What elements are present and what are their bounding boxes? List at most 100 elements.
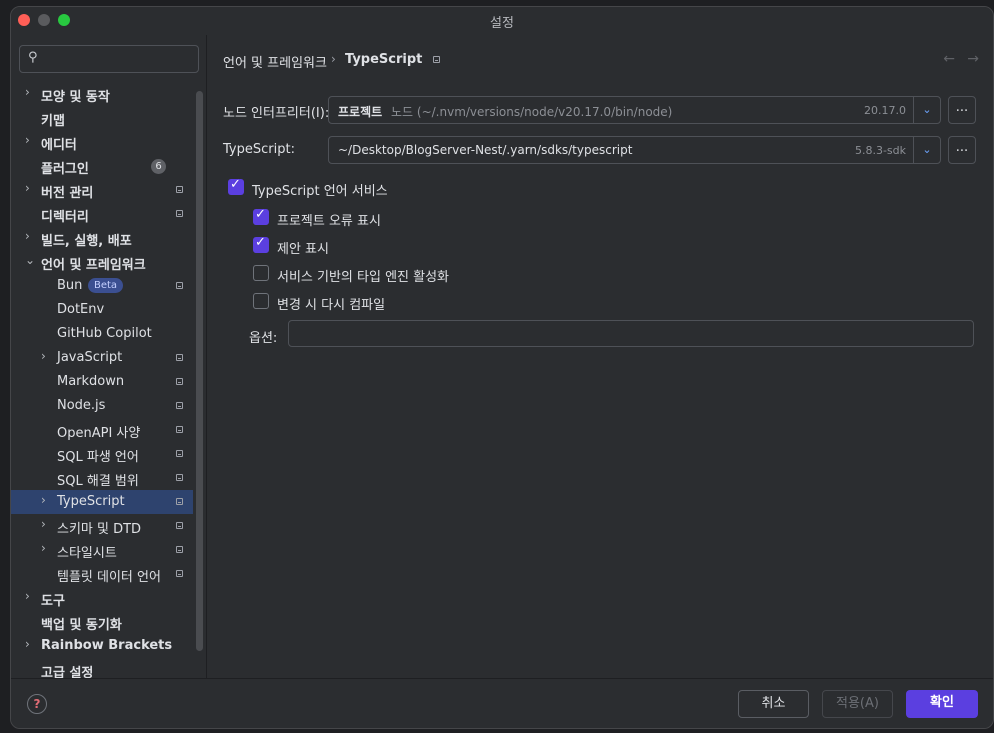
sidebar-item[interactable]: DotEnv <box>11 298 193 322</box>
project-scope-icon <box>176 450 183 457</box>
sidebar-item[interactable]: › 버전 관리 <box>11 178 193 202</box>
breadcrumb-parent[interactable]: 언어 및 프레임워크 <box>223 52 327 71</box>
node-interpreter-version: 20.17.0 <box>864 104 906 117</box>
chevron-right-icon[interactable]: › <box>25 229 30 243</box>
recompile-on-change-checkbox[interactable] <box>253 293 269 309</box>
sidebar-item[interactable]: Markdown <box>11 370 193 394</box>
chevron-right-icon[interactable]: › <box>25 589 30 603</box>
sidebar-item[interactable]: › 에디터 <box>11 130 193 154</box>
project-scope-icon <box>433 56 440 63</box>
sidebar-item-label: JavaScript <box>57 350 123 365</box>
sidebar-item[interactable]: Node.js <box>11 394 193 418</box>
sidebar-item[interactable]: 백업 및 동기화 <box>11 610 193 634</box>
sidebar-item[interactable]: › TypeScript <box>11 490 193 514</box>
plugin-updates-badge: 6 <box>151 159 166 174</box>
options-input[interactable] <box>288 320 974 347</box>
apply-button[interactable]: 적용(A) <box>822 690 893 718</box>
sidebar-item[interactable]: 키맵 <box>11 106 193 130</box>
sidebar-item[interactable]: OpenAPI 사양 <box>11 418 193 442</box>
window-title: 설정 <box>490 16 514 31</box>
sidebar-item[interactable]: › Rainbow Brackets <box>11 634 193 658</box>
typescript-language-service-label[interactable]: TypeScript 언어 서비스 <box>252 180 388 199</box>
settings-dialog: 설정 ⚲ › 모양 및 동작 키맵 › 에디터 플러그인 6 › 버전 관리 디렉터리 › 빌드, 실… <box>10 6 994 729</box>
sidebar-item[interactable]: SQL 해결 범위 <box>11 466 193 490</box>
sidebar-item[interactable]: ⌄ 언어 및 프레임워크 <box>11 250 193 274</box>
recompile-on-change-label[interactable]: 변경 시 다시 컴파일 <box>277 294 385 313</box>
chevron-down-icon[interactable]: ⌄ <box>25 253 35 267</box>
node-interpreter-label: 노드 인터프리터(I): <box>223 106 330 121</box>
forward-arrow-icon[interactable]: → <box>967 51 979 67</box>
chevron-down-icon[interactable]: ⌄ <box>913 97 940 123</box>
project-scope-icon <box>176 570 183 577</box>
options-label: 옵션: <box>249 331 278 346</box>
chevron-right-icon[interactable]: › <box>41 493 46 507</box>
typescript-language-service-checkbox[interactable] <box>228 177 244 195</box>
search-input[interactable]: ⚲ <box>19 45 199 73</box>
sidebar-item[interactable]: › 스키마 및 DTD <box>11 514 193 538</box>
node-interpreter-path: 노드 (~/.nvm/versions/node/v20.17.0/bin/no… <box>391 105 673 119</box>
project-scope-icon <box>176 402 183 409</box>
chevron-right-icon[interactable]: › <box>25 181 30 195</box>
node-interpreter-browse-button[interactable]: ... <box>948 96 976 124</box>
typescript-browse-button[interactable]: ... <box>948 136 976 164</box>
sidebar-item-label: Bun <box>57 278 83 293</box>
project-scope-icon <box>176 474 183 481</box>
service-type-engine-checkbox[interactable] <box>253 265 269 281</box>
breadcrumb-current: TypeScript <box>345 52 423 67</box>
sidebar-item-label: TypeScript <box>57 494 125 509</box>
sidebar-item-label: DotEnv <box>57 302 105 317</box>
chevron-down-icon[interactable]: ⌄ <box>913 137 940 163</box>
sidebar-item-label: 빌드, 실행, 배포 <box>41 234 132 249</box>
chevron-right-icon[interactable]: › <box>25 637 30 651</box>
cancel-button[interactable]: 취소 <box>738 690 809 718</box>
sidebar-item-label: 에디터 <box>41 138 77 153</box>
node-interpreter-tag: 프로젝트 <box>338 105 383 119</box>
chevron-right-icon[interactable]: › <box>41 541 46 555</box>
project-scope-icon <box>176 210 183 217</box>
sidebar-item-label: GitHub Copilot <box>57 326 152 341</box>
sidebar-item[interactable]: › JavaScript <box>11 346 193 370</box>
sidebar-item[interactable]: › 도구 <box>11 586 193 610</box>
sidebar-scrollbar[interactable] <box>196 91 203 651</box>
sidebar-item-label: 도구 <box>41 594 65 609</box>
sidebar-item[interactable]: › 모양 및 동작 <box>11 82 193 106</box>
project-scope-icon <box>176 282 183 289</box>
sidebar-item-label: 모양 및 동작 <box>41 90 110 105</box>
ok-button[interactable]: 확인 <box>906 690 978 718</box>
sidebar-item[interactable]: 템플릿 데이터 언어 <box>11 562 193 586</box>
project-scope-icon <box>176 354 183 361</box>
sidebar-item[interactable]: Bun Beta <box>11 274 193 298</box>
sidebar-item-label: OpenAPI 사양 <box>57 426 141 441</box>
sidebar-item-label: SQL 해결 범위 <box>57 474 139 489</box>
chevron-right-icon[interactable]: › <box>41 349 46 363</box>
show-suggestions-label[interactable]: 제안 표시 <box>277 238 329 257</box>
back-arrow-icon[interactable]: ← <box>943 51 955 67</box>
show-suggestions-checkbox[interactable] <box>253 235 269 253</box>
sidebar-item-label: 언어 및 프레임워크 <box>41 258 146 273</box>
sidebar-item-label: Rainbow Brackets <box>41 638 173 653</box>
dialog-footer: ? 취소 적용(A) 확인 <box>11 678 993 728</box>
help-icon[interactable]: ? <box>27 694 47 714</box>
service-type-engine-label[interactable]: 서비스 기반의 타입 엔진 활성화 <box>277 266 449 285</box>
chevron-right-icon[interactable]: › <box>25 133 30 147</box>
show-project-errors-checkbox[interactable] <box>253 207 269 225</box>
sidebar-item[interactable]: 플러그인 6 <box>11 154 193 178</box>
sidebar-item-label: 버전 관리 <box>41 186 94 201</box>
sidebar-item-label: 스키마 및 DTD <box>57 522 142 537</box>
search-icon: ⚲ <box>28 50 38 65</box>
chevron-right-icon[interactable]: › <box>41 517 46 531</box>
title-bar: 설정 <box>11 7 993 35</box>
show-project-errors-label[interactable]: 프로젝트 오류 표시 <box>277 210 381 229</box>
sidebar-item[interactable]: › 스타일시트 <box>11 538 193 562</box>
sidebar-item-label: Markdown <box>57 374 125 389</box>
project-scope-icon <box>176 522 183 529</box>
sidebar-item[interactable]: GitHub Copilot <box>11 322 193 346</box>
project-scope-icon <box>176 546 183 553</box>
sidebar-item-label: 백업 및 동기화 <box>41 618 122 633</box>
chevron-right-icon[interactable]: › <box>25 85 30 99</box>
sidebar-item[interactable]: SQL 파생 언어 <box>11 442 193 466</box>
sidebar-item[interactable]: › 빌드, 실행, 배포 <box>11 226 193 250</box>
typescript-package-select[interactable]: ~/Desktop/BlogServer-Nest/.yarn/sdks/typ… <box>328 136 941 164</box>
node-interpreter-select[interactable]: 프로젝트 노드 (~/.nvm/versions/node/v20.17.0/b… <box>328 96 941 124</box>
sidebar-item[interactable]: 디렉터리 <box>11 202 193 226</box>
